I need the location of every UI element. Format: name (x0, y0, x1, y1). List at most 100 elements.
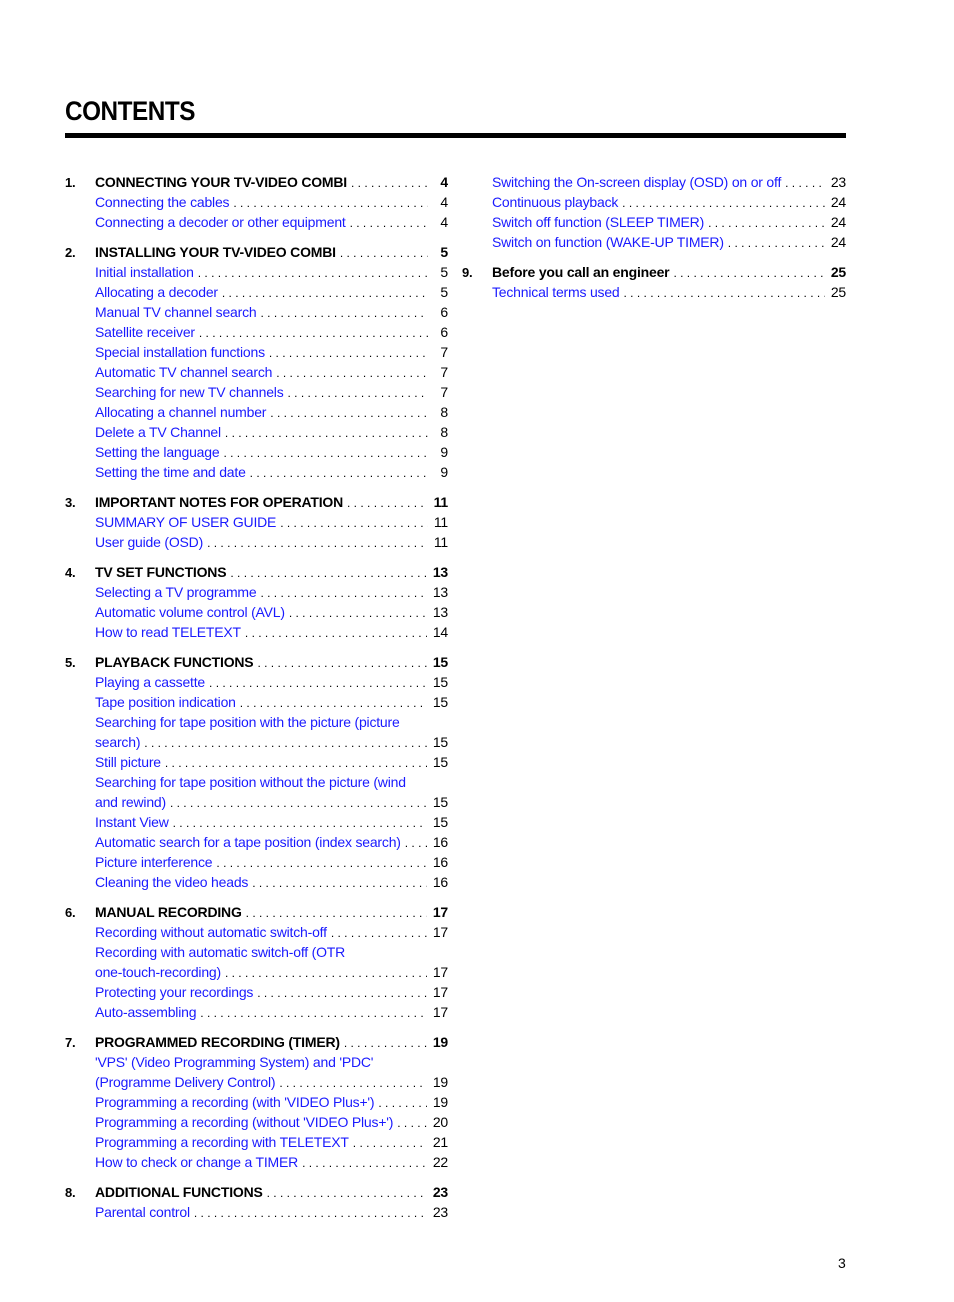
toc-entry[interactable]: Automatic volume control (AVL) 13 (65, 602, 448, 622)
toc-entry-link[interactable]: Setting the time and date (95, 462, 246, 482)
toc-entry-link[interactable]: Switch off function (SLEEP TIMER) (492, 212, 704, 232)
toc-entry[interactable]: Auto-assembling 17 (65, 1002, 448, 1022)
toc-entry-link[interactable]: Programming a recording with TELETEXT (95, 1132, 349, 1152)
toc-entry-link[interactable]: Selecting a TV programme (95, 582, 257, 602)
toc-entry-link[interactable]: Continuous playback (492, 192, 618, 212)
toc-entry[interactable]: Selecting a TV programme 13 (65, 582, 448, 602)
toc-entry[interactable]: Programming a recording with TELETEXT 21 (65, 1132, 448, 1152)
toc-entry[interactable]: Protecting your recordings 17 (65, 982, 448, 1002)
toc-entry-link[interactable]: Recording without automatic switch-off (95, 922, 327, 942)
toc-entry[interactable]: Recording without automatic switch-off 17 (65, 922, 448, 942)
toc-entry[interactable]: Switch off function (SLEEP TIMER) 24 (462, 212, 846, 232)
toc-entry-link-continuation[interactable]: search) (95, 732, 140, 752)
toc-entry-link[interactable]: Connecting the cables (95, 192, 230, 212)
toc-entry[interactable]: Parental control 23 (65, 1202, 448, 1222)
toc-entry-line-1[interactable]: 'VPS' (Video Programming System) and 'PD… (65, 1052, 448, 1072)
section-heading[interactable]: IMPORTANT NOTES FOR OPERATION (95, 492, 343, 512)
toc-entry[interactable]: Allocating a channel number 8 (65, 402, 448, 422)
toc-entry-link[interactable]: Searching for new TV channels (95, 382, 284, 402)
toc-entry-link[interactable]: Setting the language (95, 442, 220, 462)
toc-entry[interactable]: Special installation functions 7 (65, 342, 448, 362)
toc-entry-link[interactable]: Allocating a decoder (95, 282, 218, 302)
toc-entry-link[interactable]: 'VPS' (Video Programming System) and 'PD… (95, 1052, 373, 1072)
toc-entry[interactable]: Playing a cassette 15 (65, 672, 448, 692)
toc-entry[interactable]: Automatic TV channel search 7 (65, 362, 448, 382)
toc-entry-line-1[interactable]: Searching for tape position with the pic… (65, 712, 448, 732)
toc-heading-entry[interactable]: 2. INSTALLING YOUR TV-VIDEO COMBI 5 (65, 242, 448, 262)
toc-entry-line-1[interactable]: Recording with automatic switch-off (OTR (65, 942, 448, 962)
toc-entry[interactable]: Tape position indication 15 (65, 692, 448, 712)
section-heading[interactable]: CONNECTING YOUR TV-VIDEO COMBI (95, 172, 347, 192)
toc-entry-link-continuation[interactable]: one-touch-recording) (95, 962, 221, 982)
toc-entry[interactable]: Setting the time and date 9 (65, 462, 448, 482)
toc-entry[interactable]: How to read TELETEXT 14 (65, 622, 448, 642)
toc-entry[interactable]: Programming a recording (with 'VIDEO Plu… (65, 1092, 448, 1112)
toc-entry[interactable]: Switch on function (WAKE-UP TIMER) 24 (462, 232, 846, 252)
toc-entry[interactable]: Initial installation 5 (65, 262, 448, 282)
toc-entry[interactable]: Connecting a decoder or other equipment 4 (65, 212, 448, 232)
toc-entry[interactable]: Allocating a decoder 5 (65, 282, 448, 302)
toc-entry[interactable]: Manual TV channel search 6 (65, 302, 448, 322)
section-heading[interactable]: PLAYBACK FUNCTIONS (95, 652, 254, 672)
toc-entry-link[interactable]: Manual TV channel search (95, 302, 257, 322)
toc-entry-link[interactable]: Special installation functions (95, 342, 265, 362)
toc-heading-entry[interactable]: 3. IMPORTANT NOTES FOR OPERATION 11 (65, 492, 448, 512)
toc-entry-link[interactable]: Automatic volume control (AVL) (95, 602, 285, 622)
toc-entry[interactable]: Automatic search for a tape position (in… (65, 832, 448, 852)
toc-entry-link[interactable]: Technical terms used (492, 282, 620, 302)
toc-entry[interactable]: Picture interference 16 (65, 852, 448, 872)
toc-entry-link[interactable]: Satellite receiver (95, 322, 195, 342)
section-heading[interactable]: PROGRAMMED RECORDING (TIMER) (95, 1032, 340, 1052)
toc-entry-link[interactable]: Recording with automatic switch-off (OTR (95, 942, 345, 962)
toc-entry-link[interactable]: Programming a recording (without 'VIDEO … (95, 1112, 393, 1132)
toc-entry-link[interactable]: Playing a cassette (95, 672, 205, 692)
toc-entry[interactable]: How to check or change a TIMER 22 (65, 1152, 448, 1172)
toc-entry-link[interactable]: Switch on function (WAKE-UP TIMER) (492, 232, 724, 252)
toc-entry-line-2[interactable]: search) 15 (65, 732, 448, 752)
toc-entry-link-continuation[interactable]: and rewind) (95, 792, 166, 812)
toc-entry-link[interactable]: Searching for tape position without the … (95, 772, 406, 792)
toc-entry[interactable]: Instant View 15 (65, 812, 448, 832)
toc-entry-link[interactable]: Programming a recording (with 'VIDEO Plu… (95, 1092, 375, 1112)
toc-entry-link[interactable]: Switching the On-screen display (OSD) on… (492, 172, 781, 192)
toc-entry[interactable]: Cleaning the video heads 16 (65, 872, 448, 892)
toc-entry-link[interactable]: How to read TELETEXT (95, 622, 241, 642)
toc-entry[interactable]: Searching for new TV channels 7 (65, 382, 448, 402)
toc-entry[interactable]: Technical terms used 25 (462, 282, 846, 302)
toc-entry[interactable]: Connecting the cables 4 (65, 192, 448, 212)
toc-entry-line-2[interactable]: and rewind) 15 (65, 792, 448, 812)
section-heading[interactable]: MANUAL RECORDING (95, 902, 242, 922)
toc-entry-link[interactable]: How to check or change a TIMER (95, 1152, 298, 1172)
toc-entry[interactable]: SUMMARY OF USER GUIDE 11 (65, 512, 448, 532)
section-heading[interactable]: INSTALLING YOUR TV-VIDEO COMBI (95, 242, 336, 262)
toc-entry-link[interactable]: Connecting a decoder or other equipment (95, 212, 346, 232)
toc-entry[interactable]: Setting the language 9 (65, 442, 448, 462)
toc-entry-link[interactable]: Automatic TV channel search (95, 362, 272, 382)
toc-heading-entry[interactable]: 4. TV SET FUNCTIONS 13 (65, 562, 448, 582)
toc-entry-link[interactable]: Protecting your recordings (95, 982, 253, 1002)
toc-heading-entry[interactable]: 6. MANUAL RECORDING 17 (65, 902, 448, 922)
toc-entry-link[interactable]: Initial installation (95, 262, 194, 282)
toc-entry-line-1[interactable]: Searching for tape position without the … (65, 772, 448, 792)
toc-entry[interactable]: Satellite receiver 6 (65, 322, 448, 342)
section-heading[interactable]: Before you call an engineer (492, 262, 670, 282)
toc-entry-link-continuation[interactable]: (Programme Delivery Control) (95, 1072, 276, 1092)
toc-entry-link[interactable]: Delete a TV Channel (95, 422, 221, 442)
toc-entry[interactable]: Delete a TV Channel 8 (65, 422, 448, 442)
toc-entry-link[interactable]: Cleaning the video heads (95, 872, 248, 892)
toc-entry-link[interactable]: Parental control (95, 1202, 190, 1222)
toc-entry-line-2[interactable]: one-touch-recording) 17 (65, 962, 448, 982)
toc-heading-entry[interactable]: 1. CONNECTING YOUR TV-VIDEO COMBI 4 (65, 172, 448, 192)
section-heading[interactable]: ADDITIONAL FUNCTIONS (95, 1182, 263, 1202)
toc-entry-link[interactable]: Allocating a channel number (95, 402, 266, 422)
toc-heading-entry[interactable]: 7. PROGRAMMED RECORDING (TIMER) 19 (65, 1032, 448, 1052)
toc-entry[interactable]: User guide (OSD) 11 (65, 532, 448, 552)
toc-entry-link[interactable]: Still picture (95, 752, 161, 772)
toc-entry-link[interactable]: Searching for tape position with the pic… (95, 712, 400, 732)
toc-entry-link[interactable]: Picture interference (95, 852, 213, 872)
toc-entry[interactable]: Continuous playback 24 (462, 192, 846, 212)
toc-entry-link[interactable]: Instant View (95, 812, 169, 832)
toc-entry-link[interactable]: Auto-assembling (95, 1002, 196, 1022)
toc-heading-entry[interactable]: 8. ADDITIONAL FUNCTIONS 23 (65, 1182, 448, 1202)
toc-entry-line-2[interactable]: (Programme Delivery Control) 19 (65, 1072, 448, 1092)
